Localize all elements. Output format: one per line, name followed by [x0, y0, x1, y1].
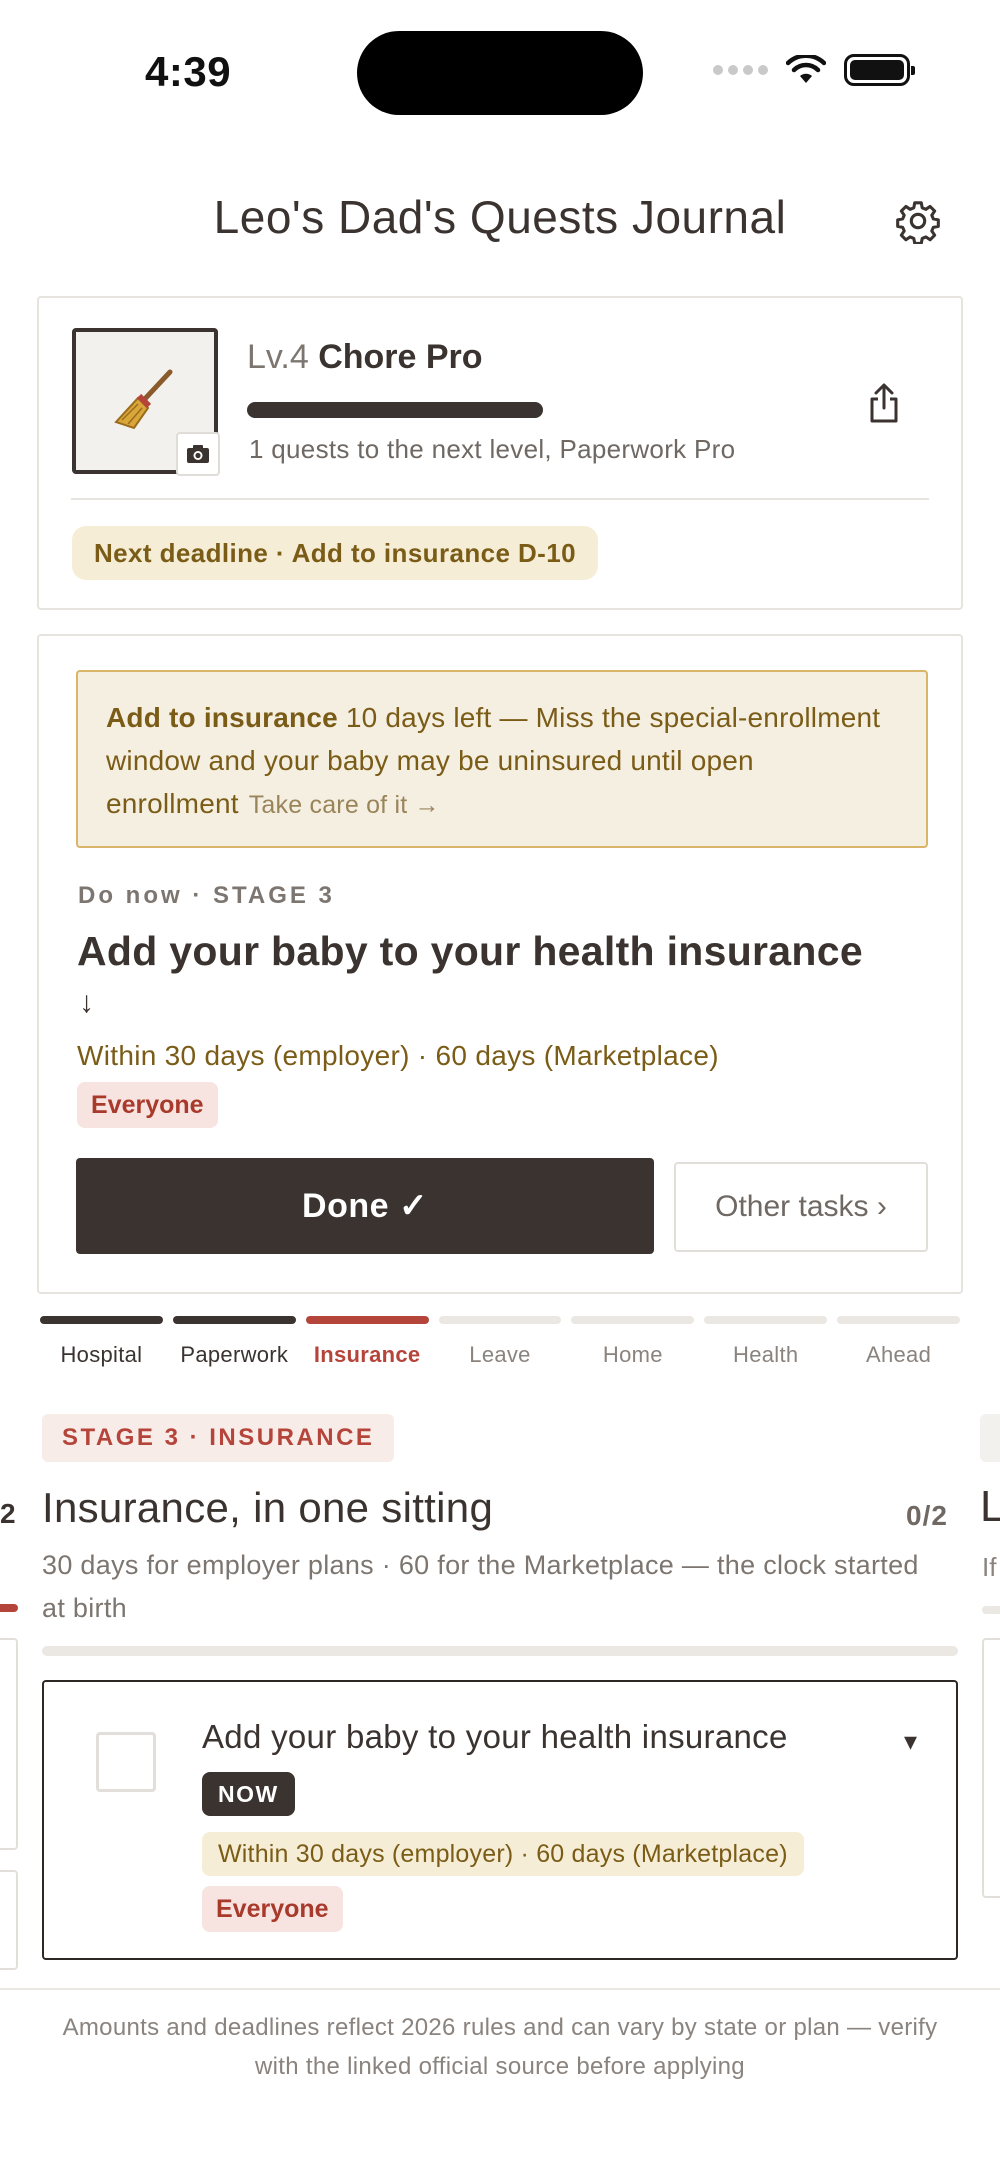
stage-count: 0/2	[906, 1500, 948, 1531]
arrow-down-icon[interactable]: ↓	[79, 986, 94, 1020]
tab-paperwork[interactable]: Paperwork	[172, 1316, 296, 1372]
stage-label: Insurance	[313, 1342, 421, 1367]
footer-disclaimer: Amounts and deadlines reflect 2026 rules…	[0, 1988, 1000, 2172]
stage-label: Health	[733, 1342, 799, 1367]
wifi-icon	[786, 55, 826, 83]
stage-label: Ahead	[866, 1342, 932, 1367]
tab-home[interactable]: Home	[571, 1316, 695, 1372]
alert-title: Add to insurance	[106, 702, 338, 733]
level-name: Chore Pro	[318, 338, 483, 376]
dynamic-island	[357, 31, 643, 115]
tab-ahead[interactable]: Ahead	[837, 1316, 961, 1372]
task-deadline-window: Within 30 days (employer) · 60 days (Mar…	[77, 1040, 719, 1071]
tab-health[interactable]: Health	[704, 1316, 828, 1372]
status-time: 4:39	[145, 48, 232, 95]
xp-progress-bar	[247, 402, 543, 418]
task-title: Add your baby to your health insurance	[77, 928, 863, 974]
stage-progress-bar	[172, 1316, 296, 1324]
divider	[71, 498, 929, 500]
quest-deadline-window: Within 30 days (employer) · 60 days (Mar…	[202, 1832, 804, 1876]
header: Leo's Dad's Quests Journal	[0, 180, 1000, 260]
previous-stage-progress	[0, 1604, 18, 1612]
profile-card: Lv.4 Chore Pro 1 quests to the next leve…	[37, 296, 963, 610]
gear-icon[interactable]	[895, 198, 941, 244]
stage-title: Insurance, in one sitting	[42, 1484, 494, 1531]
now-badge: NOW	[202, 1772, 295, 1816]
tab-leave[interactable]: Leave	[438, 1316, 562, 1372]
stage-progress-bar	[837, 1316, 961, 1324]
deadline-alert: Add to insurance 10 days left — Miss the…	[76, 670, 928, 848]
quest-checkbox[interactable]	[96, 1732, 156, 1792]
task-eyebrow: Do now · STAGE 3	[78, 882, 335, 909]
previous-stage-count[interactable]: 2	[0, 1498, 16, 1530]
level-number: Lv.4	[247, 338, 309, 376]
broom-icon	[114, 369, 173, 430]
stage-progress-bar	[42, 1646, 958, 1656]
previous-stage-card[interactable]	[0, 1870, 18, 1970]
stage-label: Paperwork	[180, 1342, 289, 1367]
disclaimer-text: Amounts and deadlines reflect 2026 rules…	[62, 2014, 938, 2080]
status-bar: 4:39	[0, 0, 1000, 150]
previous-stage-card[interactable]	[0, 1638, 18, 1850]
current-task-card: Add to insurance 10 days left — Miss the…	[37, 634, 963, 1294]
quest-title[interactable]: Add your baby to your health insurance	[202, 1718, 788, 1756]
next-deadline-badge[interactable]: Next deadline · Add to insurance D-10	[72, 526, 598, 580]
avatar[interactable]	[72, 328, 220, 476]
chevron-down-icon[interactable]: ▾	[904, 1726, 917, 1757]
next-stage-badge[interactable]	[980, 1414, 1000, 1462]
status-icons	[713, 54, 915, 86]
stage-label: Home	[602, 1342, 663, 1367]
stage-progress-bar	[571, 1316, 695, 1324]
next-level-hint: 1 quests to the next level, Paperwork Pr…	[249, 434, 736, 464]
tab-insurance[interactable]: Insurance	[305, 1316, 429, 1372]
stage-label: Hospital	[60, 1342, 143, 1367]
take-care-link[interactable]: Take care of it →	[249, 791, 440, 819]
next-stage-subtitle: If	[982, 1552, 997, 1582]
next-stage-title[interactable]: L	[980, 1482, 1000, 1532]
share-icon[interactable]	[865, 382, 903, 424]
audience-badge: Everyone	[77, 1082, 218, 1128]
battery-icon	[844, 54, 915, 86]
next-stage-progress	[982, 1606, 1000, 1614]
audience-badge: Everyone	[202, 1886, 343, 1932]
stage-progress-bar	[438, 1316, 562, 1324]
next-stage-card[interactable]	[982, 1638, 1000, 1898]
cellular-signal-icon	[713, 65, 768, 75]
quest-card[interactable]: Add your baby to your health insurance ▾…	[42, 1680, 958, 1960]
stage-badge: STAGE 3 · INSURANCE	[42, 1414, 395, 1462]
stage-subtitle: 30 days for employer plans · 60 for the …	[42, 1550, 919, 1623]
stage-tabs: Hospital Paperwork Insurance Leave Home …	[40, 1316, 961, 1372]
page-title: Leo's Dad's Quests Journal	[213, 191, 787, 243]
tab-hospital[interactable]: Hospital	[40, 1316, 163, 1372]
stage-progress-bar	[704, 1316, 828, 1324]
other-tasks-button[interactable]: Other tasks ›	[674, 1162, 928, 1252]
stage-progress-bar	[305, 1316, 429, 1324]
done-button[interactable]: Done ✓	[76, 1158, 654, 1254]
stage-label: Leave	[469, 1342, 531, 1367]
camera-icon[interactable]	[176, 432, 220, 476]
level-line: Lv.4 Chore Pro	[247, 338, 483, 377]
stage-progress-bar	[40, 1316, 163, 1324]
